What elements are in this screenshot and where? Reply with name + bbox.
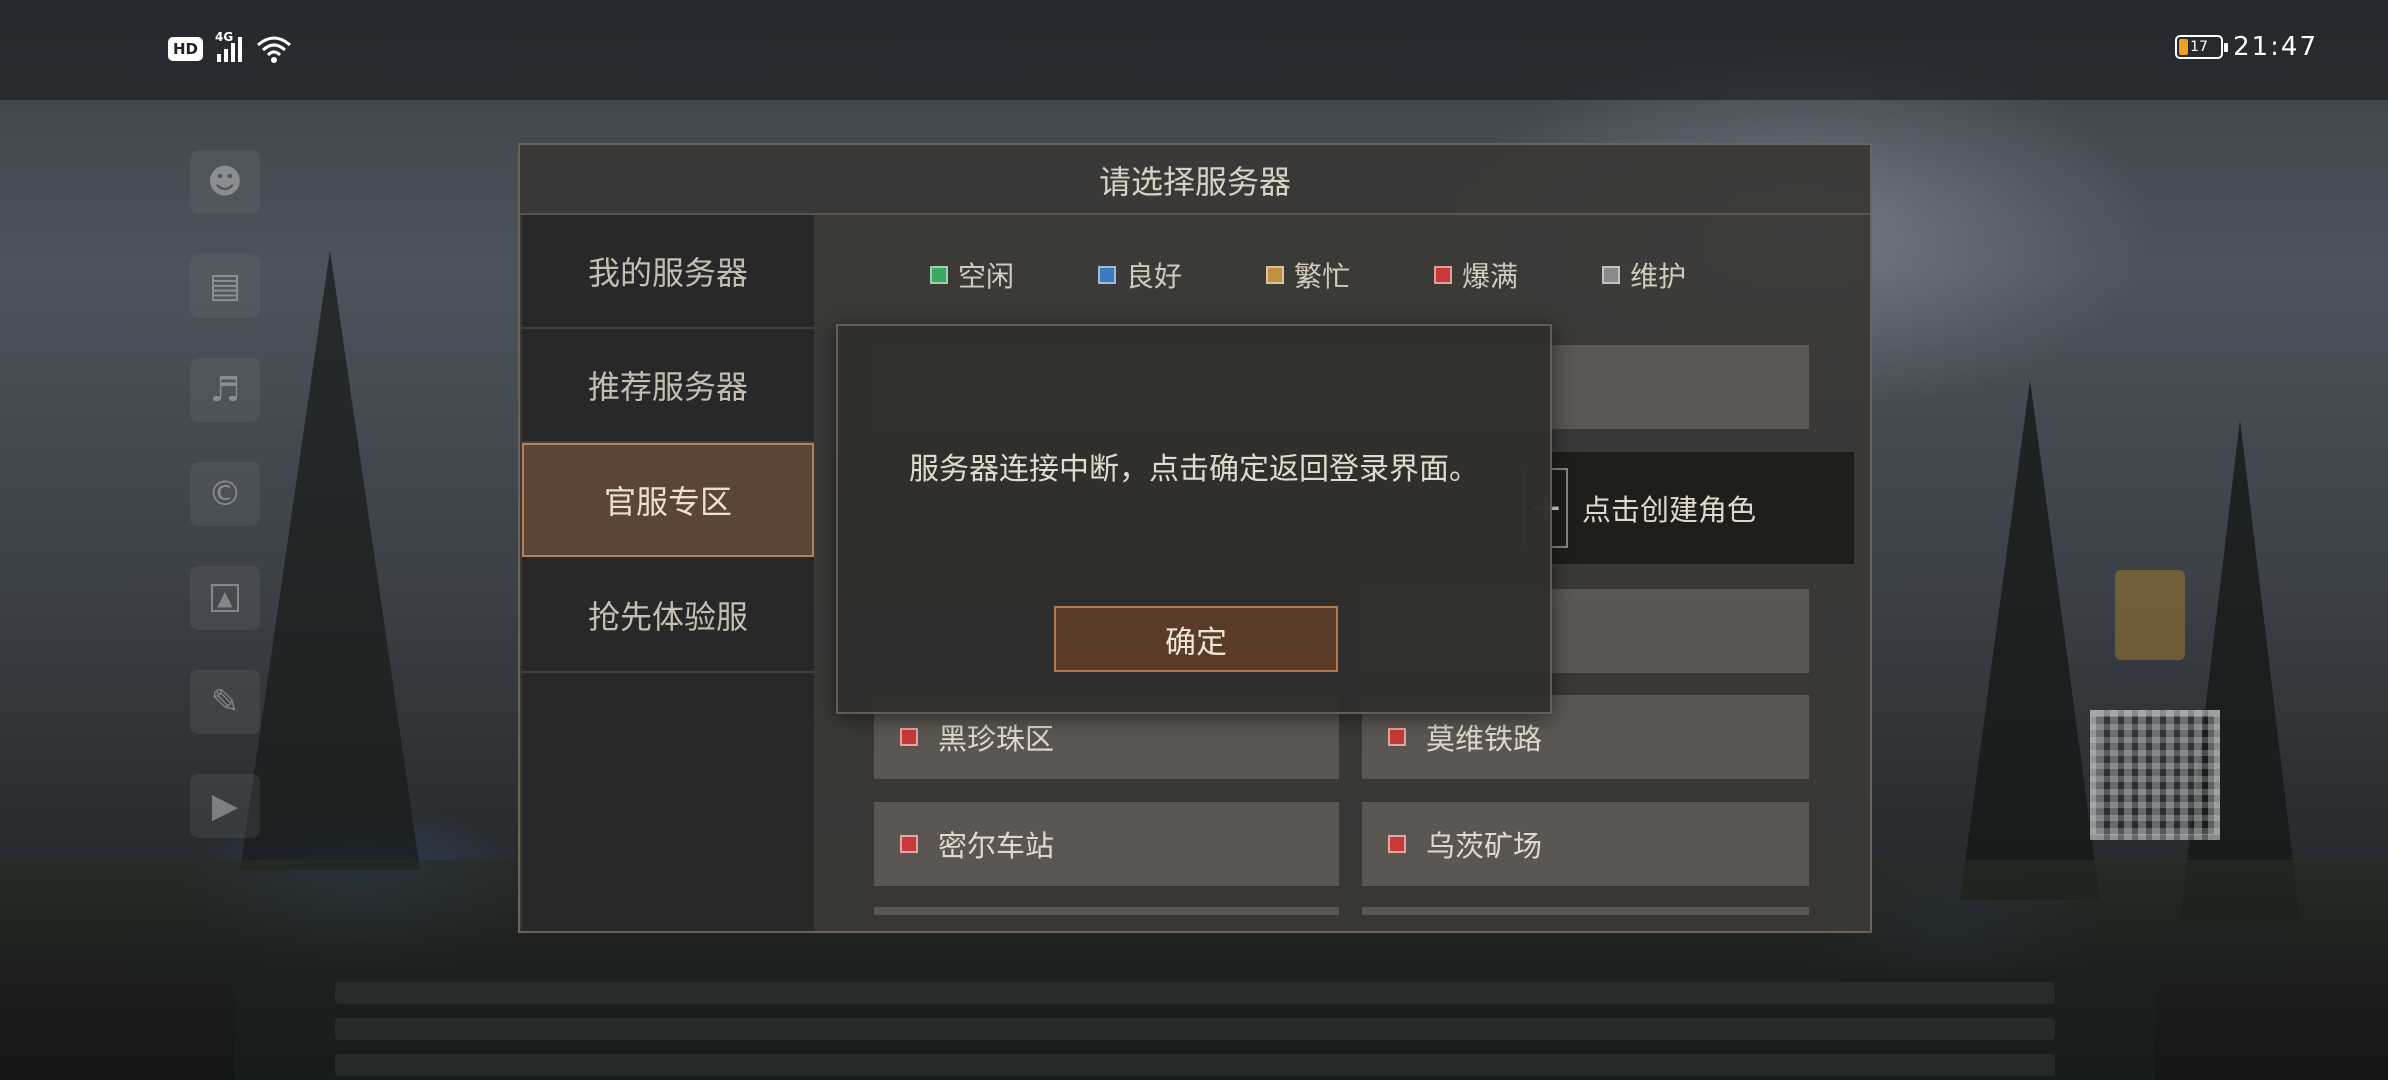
legend-label: 维护 (1630, 260, 1687, 293)
status-time: 21:47 (2233, 32, 2318, 62)
status-dot (900, 728, 918, 746)
legend-busy: 繁忙 (1266, 255, 1350, 295)
status-dot (1388, 835, 1406, 853)
disconnect-dialog: 服务器连接中断，点击确定返回登录界面。 确定 (836, 324, 1552, 714)
legend-full: 爆满 (1434, 255, 1518, 295)
status-swatch (1602, 266, 1621, 284)
status-swatch (1434, 266, 1453, 284)
status-swatch (1266, 266, 1285, 284)
server-row-partial[interactable] (874, 907, 1339, 915)
tab-my-servers[interactable]: 我的服务器 (522, 215, 814, 329)
gift-icon[interactable] (2115, 570, 2185, 660)
panel-title: 请选择服务器 (1098, 163, 1291, 201)
background-tree (1960, 380, 2100, 900)
status-bar: HD 4G 17 21:47 (0, 0, 2388, 100)
tab-recommended-servers[interactable]: 推荐服务器 (522, 329, 814, 443)
network-type-label: 4G (215, 30, 234, 44)
server-name: 乌茨矿场 (1426, 829, 1543, 863)
legend-label: 繁忙 (1294, 260, 1351, 293)
scan-icon[interactable]: ▤ (190, 254, 260, 318)
copyright-icon[interactable]: © (190, 462, 260, 526)
status-swatch (930, 266, 948, 284)
dialog-message: 服务器连接中断，点击确定返回登录界面。 (909, 452, 1479, 487)
server-name: 莫维铁路 (1426, 722, 1543, 756)
hd-voice-icon: HD (168, 37, 204, 61)
notes-icon[interactable]: ✎ (190, 670, 260, 734)
confirm-button[interactable]: 确定 (1054, 606, 1338, 672)
server-name: 黑珍珠区 (938, 722, 1055, 756)
create-role-button[interactable]: + 点击创建角色 (1524, 452, 1854, 564)
server-row[interactable]: 乌茨矿场 (1362, 802, 1809, 886)
side-menu: ☻ ▤ ♬ © ▲ ✎ ▶ (190, 150, 280, 878)
create-role-label: 点击创建角色 (1582, 493, 1757, 527)
tab-early-access[interactable]: 抢先体验服 (522, 559, 814, 673)
legend-label: 空闲 (958, 260, 1015, 293)
status-dot (1388, 728, 1406, 746)
tab-official-zone[interactable]: 官服专区 (522, 443, 814, 557)
vip-icon[interactable]: ▲ (190, 566, 260, 630)
qr-widget (2085, 570, 2225, 840)
legal-footer (235, 968, 2155, 1080)
legend-idle: 空闲 (930, 255, 1014, 295)
legend-label: 爆满 (1462, 260, 1519, 293)
server-name: 密尔车站 (938, 829, 1055, 863)
legend-label: 良好 (1126, 260, 1183, 293)
status-swatch (1098, 266, 1117, 284)
qr-code (2090, 710, 2220, 840)
user-icon[interactable]: ☻ (190, 150, 260, 214)
battery-icon: 17 (2175, 35, 2229, 59)
server-tabs: 我的服务器 推荐服务器 官服专区 抢先体验服 (522, 215, 814, 931)
legend-good: 良好 (1098, 255, 1182, 295)
cellular-signal-icon: 4G (215, 30, 243, 62)
video-play-icon[interactable]: ▶ (190, 774, 260, 838)
legend-maintenance: 维护 (1602, 255, 1686, 295)
status-legend: 空闲 良好 繁忙 爆满 维护 (930, 255, 2330, 295)
announcement-icon[interactable]: ♬ (190, 358, 260, 422)
server-row[interactable]: 密尔车站 (874, 802, 1339, 886)
wifi-icon (256, 34, 292, 64)
server-row-partial[interactable] (1362, 907, 1809, 915)
status-dot (900, 835, 918, 853)
battery-level: 17 (2190, 39, 2208, 55)
